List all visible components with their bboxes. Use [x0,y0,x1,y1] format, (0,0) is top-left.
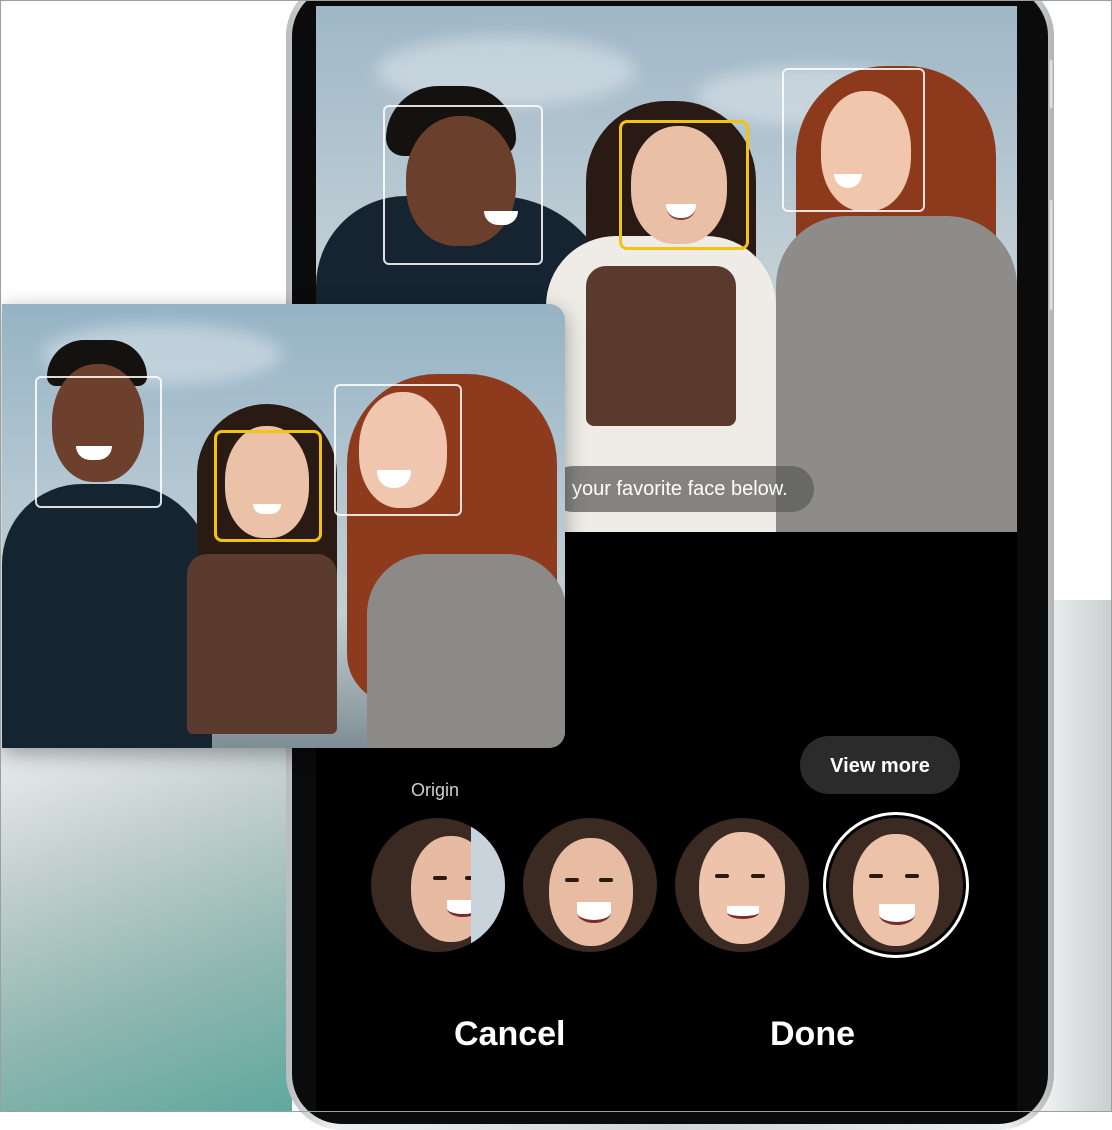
volume-button [1048,60,1054,108]
origin-label: Origin [411,780,460,800]
card-face-box-man[interactable] [35,376,162,508]
face-thumbnail-3[interactable] [675,818,809,952]
face-box-selected[interactable] [619,120,749,250]
face-box-man[interactable] [383,105,543,265]
face-thumbnail-origin[interactable] [371,818,505,952]
background-gradient [0,748,292,1112]
card-face-box-woman-right[interactable] [334,384,462,516]
power-button [1048,200,1054,310]
face-box-woman-right[interactable] [782,68,925,212]
cancel-button[interactable]: Cancel [448,1014,572,1055]
card-face-box-selected[interactable] [214,430,322,542]
hint-toast: your favorite face below. [550,466,814,512]
done-button[interactable]: Done [764,1014,861,1055]
overlay-photo-card [2,304,565,748]
face-thumbnail-2[interactable] [523,818,657,952]
face-thumbnail-4[interactable] [829,818,963,952]
view-more-button[interactable]: View more [800,736,960,794]
